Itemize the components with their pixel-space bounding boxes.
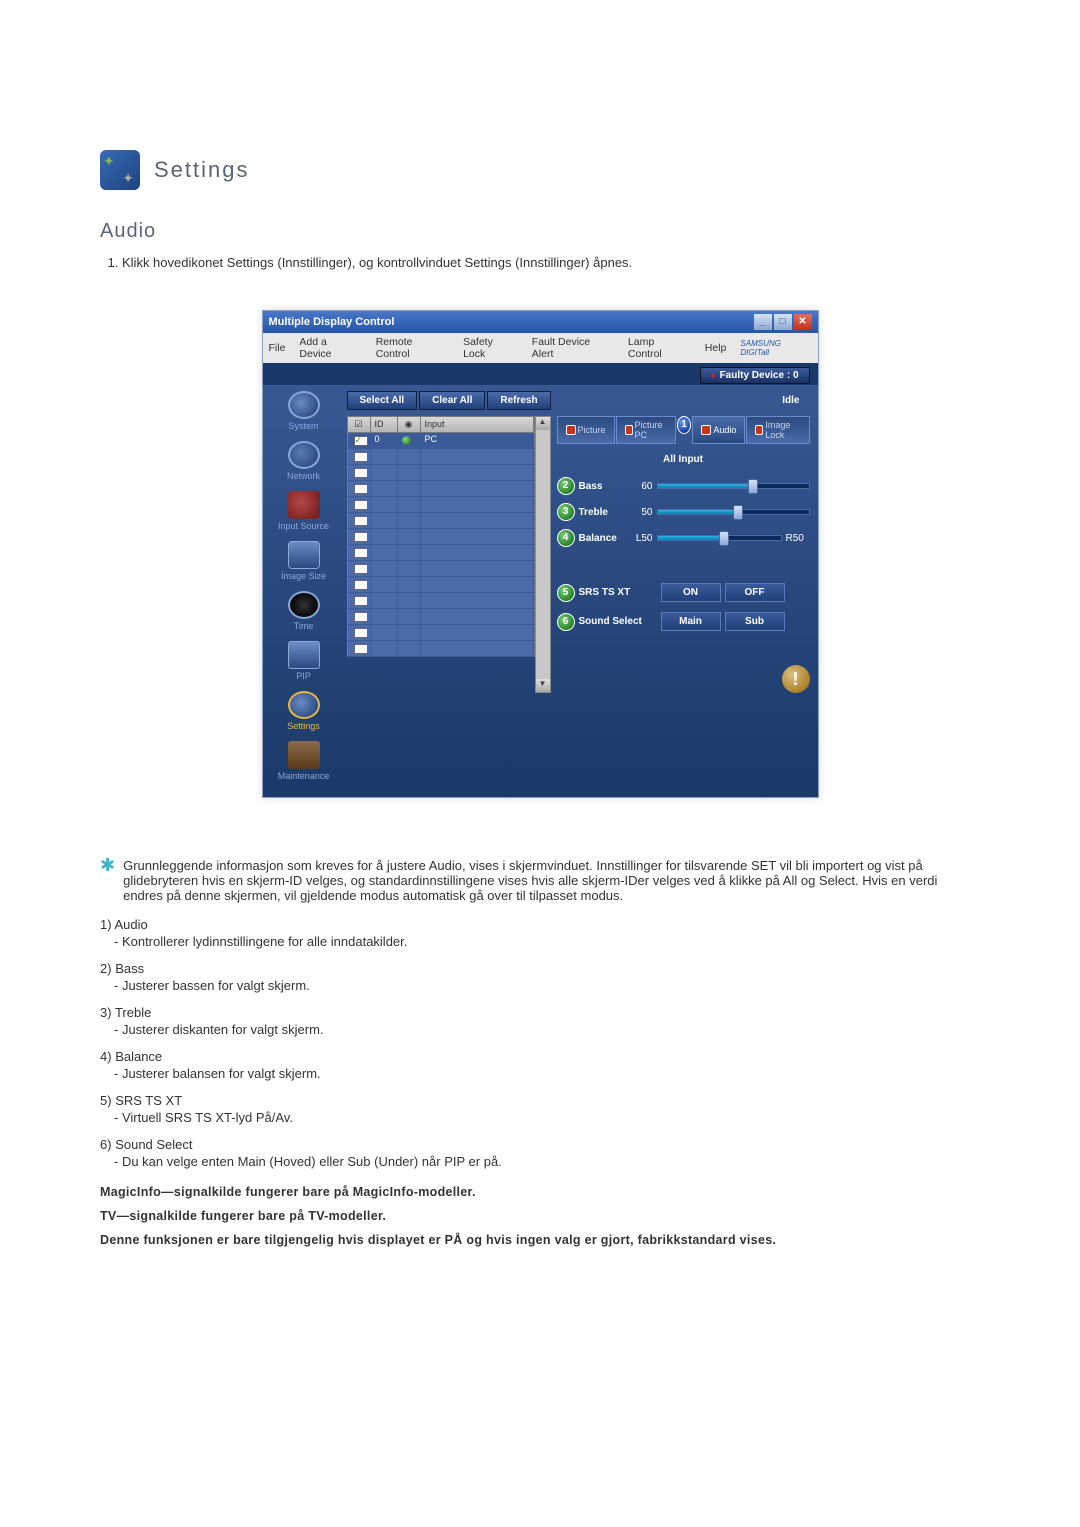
table-row[interactable]: 0 PC bbox=[347, 433, 535, 449]
minimize-button[interactable]: _ bbox=[754, 314, 772, 330]
app-screenshot: Multiple Display Control _ □ ✕ File Add … bbox=[262, 310, 819, 798]
sidebar: System Network Input Source Image Size T… bbox=[263, 385, 345, 797]
callout-3: 3 bbox=[557, 503, 575, 521]
balance-left: L50 bbox=[629, 533, 653, 544]
callout-4: 4 bbox=[557, 529, 575, 547]
device-table: ☑ ID ◉ Input 0 PC bbox=[347, 416, 535, 693]
maximize-button[interactable]: □ bbox=[774, 314, 792, 330]
footer-notes: MagicInfo—signalkilde fungerer bare på M… bbox=[100, 1185, 980, 1247]
sound-main-button[interactable]: Main bbox=[661, 612, 721, 631]
refresh-button[interactable]: Refresh bbox=[487, 391, 550, 410]
menubar: File Add a Device Remote Control Safety … bbox=[263, 333, 818, 363]
callout-2: 2 bbox=[557, 477, 575, 495]
status-dot-icon bbox=[402, 436, 411, 445]
menu-file[interactable]: File bbox=[269, 342, 286, 354]
sidebar-item-pip[interactable]: PIP bbox=[265, 641, 343, 681]
col-input: Input bbox=[421, 417, 534, 432]
close-button[interactable]: ✕ bbox=[794, 314, 812, 330]
star-icon: ✱ bbox=[100, 858, 115, 872]
sidebar-item-network[interactable]: Network bbox=[265, 441, 343, 481]
callout-6: 6 bbox=[557, 613, 575, 631]
menu-help[interactable]: Help bbox=[705, 342, 727, 354]
all-input-label: All Input bbox=[557, 454, 810, 465]
sound-select-label: Sound Select bbox=[579, 616, 657, 627]
balance-label: Balance bbox=[579, 533, 625, 544]
scroll-up-icon[interactable]: ▲ bbox=[536, 417, 550, 430]
srs-off-button[interactable]: OFF bbox=[725, 583, 785, 602]
bass-label: Bass bbox=[579, 481, 625, 492]
treble-slider[interactable] bbox=[657, 509, 810, 515]
tab-picture[interactable]: Picture bbox=[557, 416, 615, 444]
menu-lamp-control[interactable]: Lamp Control bbox=[628, 336, 691, 360]
settings-puzzle-icon bbox=[100, 150, 140, 190]
srs-label: SRS TS XT bbox=[579, 587, 657, 598]
brand-label: SAMSUNG DIGITall bbox=[740, 339, 811, 357]
scroll-down-icon[interactable]: ▼ bbox=[536, 679, 550, 692]
section-title: Audio bbox=[100, 220, 980, 243]
sidebar-item-input-source[interactable]: Input Source bbox=[265, 491, 343, 531]
window-title: Multiple Display Control bbox=[269, 316, 395, 328]
info-icon: ! bbox=[782, 665, 810, 693]
menu-safety-lock[interactable]: Safety Lock bbox=[463, 336, 518, 360]
select-all-button[interactable]: Select All bbox=[347, 391, 418, 410]
sidebar-item-time[interactable]: Time bbox=[265, 591, 343, 631]
col-status: ◉ bbox=[398, 417, 421, 432]
menu-remote-control[interactable]: Remote Control bbox=[376, 336, 449, 360]
col-id: ID bbox=[371, 417, 398, 432]
sidebar-item-maintenance[interactable]: Maintenance bbox=[265, 741, 343, 781]
col-check[interactable]: ☑ bbox=[348, 417, 371, 432]
bass-slider[interactable] bbox=[657, 483, 810, 489]
faulty-device-badge: Faulty Device : 0 bbox=[700, 367, 810, 384]
tab-audio[interactable]: Audio bbox=[692, 416, 745, 444]
sidebar-item-system[interactable]: System bbox=[265, 391, 343, 431]
window-titlebar: Multiple Display Control _ □ ✕ bbox=[263, 311, 818, 333]
callout-1: 1 bbox=[677, 416, 691, 434]
menu-fault-device-alert[interactable]: Fault Device Alert bbox=[532, 336, 614, 360]
sidebar-item-image-size[interactable]: Image Size bbox=[265, 541, 343, 581]
bass-value: 60 bbox=[629, 481, 653, 492]
clear-all-button[interactable]: Clear All bbox=[419, 391, 485, 410]
row-checkbox[interactable] bbox=[354, 436, 368, 446]
sound-sub-button[interactable]: Sub bbox=[725, 612, 785, 631]
balance-slider[interactable] bbox=[657, 535, 782, 541]
status-idle: Idle bbox=[782, 395, 809, 406]
balance-right: R50 bbox=[786, 533, 810, 544]
page-heading: Settings bbox=[154, 157, 250, 183]
scrollbar[interactable]: ▲ ▼ bbox=[535, 416, 551, 693]
tab-image-lock[interactable]: Image Lock bbox=[746, 416, 809, 444]
treble-value: 50 bbox=[629, 507, 653, 518]
tab-picture-pc[interactable]: Picture PC bbox=[616, 416, 676, 444]
intro-step: Klikk hovedikonet Settings (Innstillinge… bbox=[122, 255, 980, 270]
treble-label: Treble bbox=[579, 507, 625, 518]
srs-on-button[interactable]: ON bbox=[661, 583, 721, 602]
menu-add-device[interactable]: Add a Device bbox=[299, 336, 361, 360]
sidebar-item-settings[interactable]: Settings bbox=[265, 691, 343, 731]
callout-5: 5 bbox=[557, 584, 575, 602]
numbered-list: 1) Audio- Kontrollerer lydinnstillingene… bbox=[100, 917, 980, 1169]
info-paragraph: Grunnleggende informasjon som kreves for… bbox=[123, 858, 980, 903]
